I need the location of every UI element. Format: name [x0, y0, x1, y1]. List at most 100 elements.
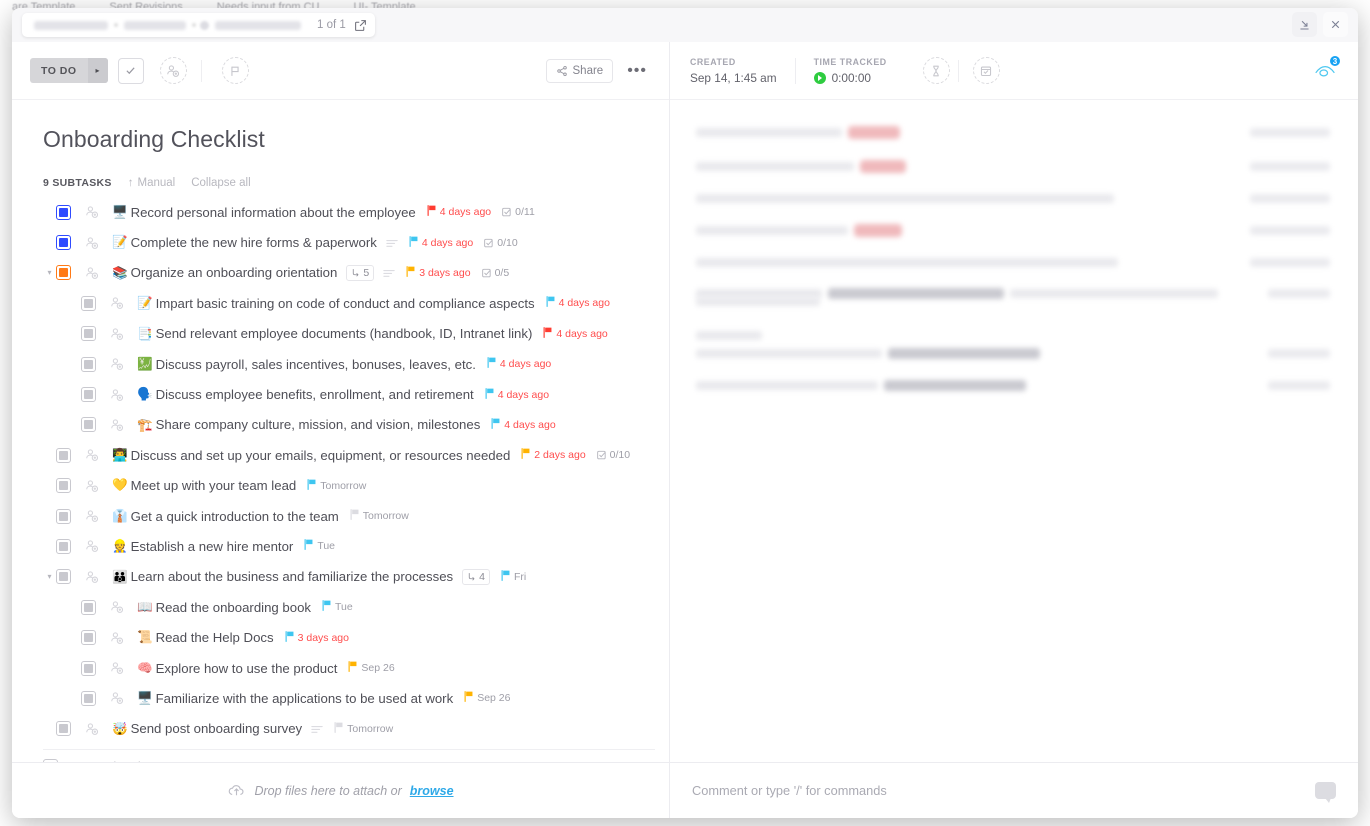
- comment-bubble-icon[interactable]: [1315, 782, 1336, 803]
- attachment-dropzone[interactable]: Drop files here to attach or browse: [12, 762, 669, 818]
- subtask-title[interactable]: Learn about the business and familiarize…: [131, 569, 454, 584]
- breadcrumb-list[interactable]: [215, 20, 301, 30]
- due-date[interactable]: Fri: [501, 569, 526, 584]
- subtask-title[interactable]: Organize an onboarding orientation: [131, 265, 338, 280]
- add-assignee-icon[interactable]: [107, 295, 127, 311]
- due-date[interactable]: 3 days ago: [285, 630, 349, 645]
- subtask-row[interactable]: 🗣️ Discuss employee benefits, enrollment,…: [43, 379, 651, 409]
- close-button[interactable]: [1323, 12, 1348, 37]
- due-date[interactable]: 4 days ago: [546, 296, 610, 310]
- due-date[interactable]: Tomorrow: [334, 721, 393, 736]
- subtask-row[interactable]: 👔 Get a quick introduction to the team Tom…: [43, 501, 651, 531]
- due-date[interactable]: 4 days ago: [409, 235, 473, 250]
- subtask-checkbox[interactable]: [56, 478, 71, 494]
- add-assignee-icon[interactable]: [107, 356, 127, 372]
- subtask-checkbox[interactable]: [56, 538, 71, 554]
- subtask-title[interactable]: Send post onboarding survey: [131, 721, 303, 736]
- subtask-title[interactable]: Explore how to use the product: [156, 661, 338, 676]
- share-button[interactable]: Share: [545, 58, 614, 83]
- subtask-title[interactable]: Read the onboarding book: [156, 600, 311, 615]
- due-date[interactable]: Tue: [304, 539, 335, 553]
- subtask-title[interactable]: Discuss employee benefits, enrollment, a…: [156, 387, 474, 402]
- subtask-title[interactable]: Impart basic training on code of conduct…: [156, 296, 535, 311]
- subtask-checkbox[interactable]: [81, 387, 96, 403]
- subtask-title[interactable]: Get a quick introduction to the team: [131, 509, 339, 524]
- add-assignee-icon[interactable]: [82, 235, 102, 251]
- minimize-button[interactable]: [1292, 12, 1317, 37]
- subtask-row[interactable]: 📖 Read the onboarding book Tue: [43, 592, 651, 622]
- status-dropdown[interactable]: TO DO ▸: [30, 58, 108, 83]
- subtask-title[interactable]: Complete the new hire forms & paperwork: [131, 235, 377, 250]
- nested-subtask-count[interactable]: 5: [346, 264, 375, 281]
- due-date[interactable]: Tomorrow: [307, 478, 366, 493]
- subtask-checkbox[interactable]: [56, 235, 71, 251]
- subtask-checkbox[interactable]: [81, 599, 96, 615]
- add-assignee-icon[interactable]: [82, 721, 102, 737]
- subtask-checkbox[interactable]: [81, 326, 96, 342]
- add-assignee-icon[interactable]: [82, 569, 102, 585]
- breadcrumb-space[interactable]: [34, 20, 108, 30]
- breadcrumb-folder[interactable]: [124, 20, 186, 30]
- reminder-button[interactable]: [972, 57, 1000, 84]
- subtask-row[interactable]: 👷 Establish a new hire mentor Tue: [43, 531, 651, 561]
- subtask-checkbox[interactable]: [56, 204, 71, 220]
- start-timer-icon[interactable]: [813, 71, 826, 84]
- add-assignee-button[interactable]: [159, 57, 187, 84]
- browse-link[interactable]: browse: [410, 784, 454, 798]
- subtask-row[interactable]: 🧠 Explore how to use the product Sep 26: [43, 653, 651, 683]
- time-tracked-field[interactable]: TIME TRACKED 0:00:00: [813, 57, 905, 85]
- mark-complete-button[interactable]: [117, 57, 144, 84]
- subtask-checkbox[interactable]: [81, 660, 96, 676]
- subtask-checkbox[interactable]: [81, 690, 96, 706]
- subtask-title[interactable]: Send relevant employee documents (handbo…: [156, 326, 533, 341]
- add-assignee-icon[interactable]: [82, 508, 102, 524]
- subtask-title[interactable]: Read the Help Docs: [156, 630, 274, 645]
- subtask-title[interactable]: Record personal information about the em…: [131, 205, 416, 220]
- watchers-button[interactable]: 3: [1310, 54, 1342, 84]
- add-assignee-icon[interactable]: [107, 630, 127, 646]
- comment-input[interactable]: [692, 783, 1315, 798]
- set-priority-button[interactable]: [221, 57, 249, 84]
- subtask-row[interactable]: 📝 Complete the new hire forms & paperwork…: [43, 227, 651, 257]
- estimate-button[interactable]: [922, 57, 950, 84]
- subtask-row[interactable]: 🤯 Send post onboarding survey Tomorrow: [43, 714, 651, 744]
- subtask-checkbox[interactable]: [56, 569, 71, 585]
- due-date[interactable]: 4 days ago: [485, 387, 549, 402]
- due-date[interactable]: 2 days ago: [521, 448, 586, 462]
- add-assignee-icon[interactable]: [107, 387, 127, 403]
- subtask-title[interactable]: Discuss and set up your emails, equipmen…: [131, 448, 511, 463]
- add-assignee-icon[interactable]: [82, 538, 102, 554]
- subtask-checkbox[interactable]: [56, 265, 71, 281]
- subtask-title[interactable]: Discuss payroll, sales incentives, bonus…: [156, 357, 476, 372]
- add-assignee-icon[interactable]: [107, 599, 127, 615]
- due-date[interactable]: Sep 26: [348, 661, 395, 675]
- breadcrumb[interactable]: 1 of 1: [22, 13, 375, 37]
- subtask-checkbox[interactable]: [81, 295, 96, 311]
- subtask-checkbox[interactable]: [81, 417, 96, 433]
- sort-manual-button[interactable]: ↑ Manual: [128, 177, 175, 189]
- new-subtask-row[interactable]: New subtask: [43, 749, 655, 762]
- subtask-checkbox[interactable]: [56, 721, 71, 737]
- subtask-row[interactable]: ▾ 📚 Organize an onboarding orientation 5 3 d…: [43, 258, 651, 288]
- subtask-title[interactable]: Familiarize with the applications to be …: [156, 691, 454, 706]
- add-assignee-icon[interactable]: [82, 265, 102, 281]
- add-assignee-icon[interactable]: [82, 204, 102, 220]
- chevron-down-icon[interactable]: ▾: [43, 572, 56, 581]
- subtask-row[interactable]: 📑 Send relevant employee documents (handb…: [43, 319, 651, 349]
- due-date[interactable]: 4 days ago: [491, 418, 556, 432]
- add-assignee-icon[interactable]: [107, 690, 127, 706]
- add-assignee-icon[interactable]: [82, 447, 102, 463]
- due-date[interactable]: 4 days ago: [427, 205, 491, 219]
- subtask-row[interactable]: 📜 Read the Help Docs 3 days ago: [43, 622, 651, 652]
- more-options-button[interactable]: •••: [623, 62, 651, 79]
- subtask-row[interactable]: 👨‍💻 Discuss and set up your emails, equip…: [43, 440, 651, 470]
- subtask-row[interactable]: 📝 Impart basic training on code of conduc…: [43, 288, 651, 318]
- due-date[interactable]: 3 days ago: [406, 266, 471, 280]
- due-date[interactable]: Tue: [322, 600, 353, 614]
- collapse-all-button[interactable]: Collapse all: [191, 177, 250, 189]
- subtask-row[interactable]: 💹 Discuss payroll, sales incentives, bonu…: [43, 349, 651, 379]
- add-assignee-icon[interactable]: [82, 478, 102, 494]
- subtask-title[interactable]: Establish a new hire mentor: [131, 539, 294, 554]
- due-date[interactable]: Tomorrow: [350, 509, 409, 523]
- subtask-title[interactable]: Share company culture, mission, and visi…: [156, 417, 481, 432]
